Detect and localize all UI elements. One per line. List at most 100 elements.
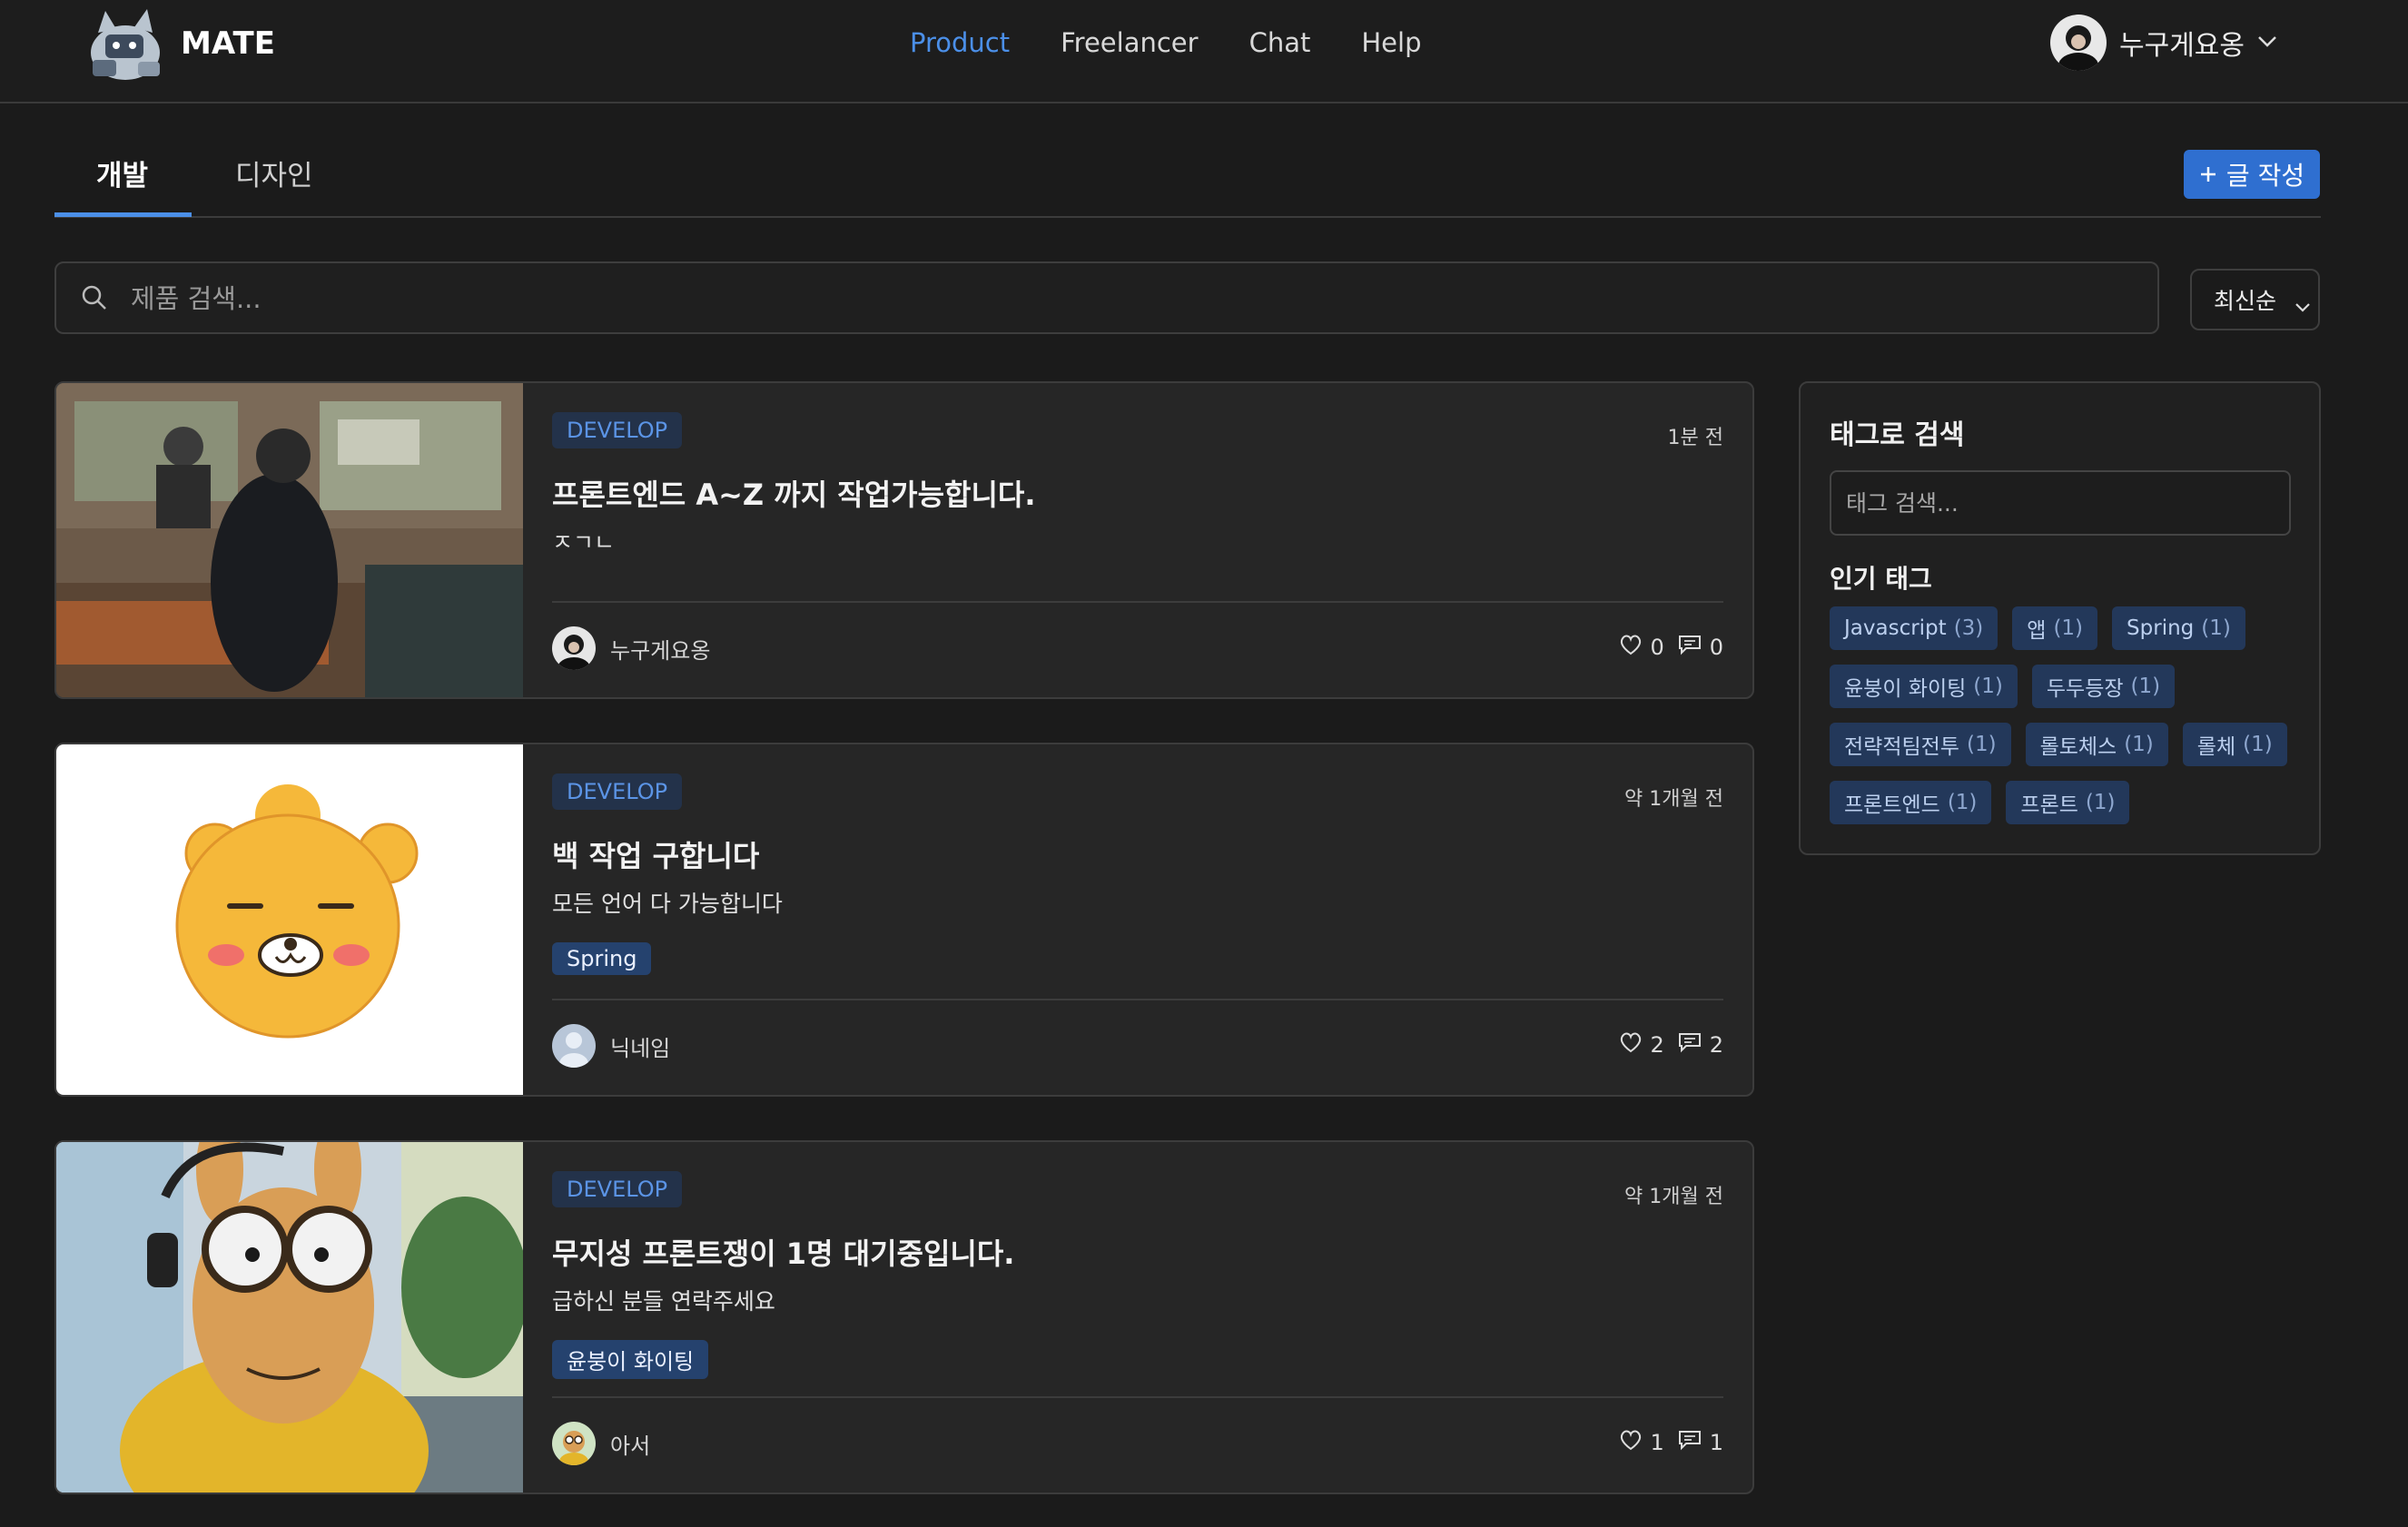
tag-search-title: 태그로 검색 bbox=[1830, 419, 1965, 451]
comment-icon bbox=[1677, 1031, 1702, 1059]
post-body: DEVELOP 1분 전 프론트엔드 A~Z 까지 작업가능합니다. ㅈㄱㄴ 누… bbox=[523, 383, 1752, 697]
author-name: 누구게요옹 bbox=[610, 637, 711, 664]
tag-name: 두두등장 bbox=[2046, 677, 2124, 701]
post-thumbnail[interactable] bbox=[56, 1142, 528, 1493]
post-author[interactable]: 누구게요옹 bbox=[552, 626, 710, 670]
user-name: 누구게요옹 bbox=[2119, 30, 2245, 62]
category-badge: DEVELOP bbox=[552, 1171, 683, 1207]
tag-count: (3) bbox=[1953, 616, 1984, 640]
popular-tag[interactable]: 윤붕이 화이팅 (1) bbox=[1830, 665, 2018, 708]
post-stats: 0 0 bbox=[1619, 634, 1723, 661]
tag-count: (1) bbox=[2201, 616, 2231, 640]
like-count: 0 bbox=[1650, 635, 1664, 660]
tag-count: (1) bbox=[2085, 791, 2116, 814]
chevron-down-icon[interactable] bbox=[2257, 34, 2277, 52]
post-thumbnail[interactable] bbox=[56, 383, 523, 697]
like-count: 2 bbox=[1650, 1032, 1664, 1058]
comment-count: 2 bbox=[1709, 1032, 1723, 1058]
sort-select[interactable]: 최신순 bbox=[2190, 269, 2320, 330]
author-name: 닉네임 bbox=[610, 1035, 671, 1061]
popular-tag[interactable]: 두두등장 (1) bbox=[2031, 665, 2176, 708]
sort-selected-value: 최신순 bbox=[2214, 288, 2277, 314]
divider bbox=[552, 1396, 1723, 1398]
tag-count: (1) bbox=[2124, 733, 2154, 756]
comment-count: 1 bbox=[1709, 1430, 1723, 1455]
like-stat[interactable]: 1 bbox=[1619, 1429, 1664, 1456]
post-title[interactable]: 프론트엔드 A~Z 까지 작업가능합니다. bbox=[552, 472, 1036, 514]
post-title[interactable]: 백 작업 구합니다 bbox=[552, 833, 759, 875]
search-input[interactable] bbox=[129, 276, 2130, 321]
popular-tag[interactable]: 프론트엔드 (1) bbox=[1830, 781, 1992, 824]
tag-search-panel: 태그로 검색 인기 태그 Javascript(3) 앱(1) Spring(1… bbox=[1799, 381, 2321, 855]
tag-count: (1) bbox=[2130, 675, 2161, 698]
popular-tag[interactable]: Javascript (3) bbox=[1830, 606, 1998, 650]
active-tab-indicator bbox=[54, 212, 192, 217]
heart-icon bbox=[1619, 1429, 1643, 1456]
post-card[interactable]: DEVELOP 1분 전 프론트엔드 A~Z 까지 작업가능합니다. ㅈㄱㄴ 누… bbox=[54, 381, 1754, 699]
post-body: DEVELOP 약 1개월 전 무지성 프론트쟁이 1명 대기중입니다. 급하신… bbox=[523, 1142, 1752, 1493]
post-description: 급하신 분들 연락주세요 bbox=[552, 1288, 775, 1315]
plus-icon bbox=[2199, 160, 2217, 190]
post-body: DEVELOP 약 1개월 전 백 작업 구합니다 모든 언어 다 가능합니다 … bbox=[523, 744, 1752, 1095]
menu-item-help[interactable]: Help bbox=[1361, 27, 1421, 58]
post-card[interactable]: DEVELOP 약 1개월 전 무지성 프론트쟁이 1명 대기중입니다. 급하신… bbox=[54, 1140, 1754, 1494]
tag-search-input[interactable] bbox=[1830, 470, 2291, 536]
post-stats: 1 1 bbox=[1619, 1429, 1723, 1456]
popular-tag[interactable]: 롤체 (1) bbox=[2182, 723, 2287, 766]
post-thumbnail[interactable] bbox=[56, 744, 523, 1095]
post-author[interactable]: 닉네임 bbox=[552, 1024, 670, 1068]
popular-tag[interactable]: 앱 (1) bbox=[2012, 606, 2098, 650]
comment-stat[interactable]: 1 bbox=[1677, 1429, 1723, 1456]
post-author[interactable]: 아서 bbox=[552, 1422, 650, 1465]
chevron-down-icon bbox=[2295, 292, 2311, 319]
menu-item-product[interactable]: Product bbox=[910, 27, 1010, 58]
like-stat[interactable]: 0 bbox=[1619, 634, 1664, 661]
divider bbox=[552, 999, 1723, 1000]
post-tag[interactable]: 윤붕이 화이팅 bbox=[552, 1340, 709, 1379]
post-card[interactable]: DEVELOP 약 1개월 전 백 작업 구합니다 모든 언어 다 가능합니다 … bbox=[54, 743, 1754, 1097]
tag-count: (1) bbox=[1947, 791, 1978, 814]
post-description: ㅈㄱㄴ bbox=[552, 529, 616, 556]
menu-item-freelancer[interactable]: Freelancer bbox=[1061, 27, 1198, 58]
popular-tags-title: 인기 태그 bbox=[1830, 564, 1932, 594]
popular-tag[interactable]: 롤토체스 (1) bbox=[2025, 723, 2168, 766]
tag-name: 앱 bbox=[2027, 619, 2047, 643]
top-navbar: MATE Product Freelancer Chat Help 누구게요옹 bbox=[0, 0, 2408, 103]
like-count: 1 bbox=[1650, 1430, 1664, 1455]
like-stat[interactable]: 2 bbox=[1619, 1031, 1664, 1059]
tab-development[interactable]: 개발 bbox=[96, 153, 148, 193]
tag-name: 윤붕이 화이팅 bbox=[1844, 677, 1967, 701]
brand-name[interactable]: MATE bbox=[181, 25, 275, 62]
heart-icon bbox=[1619, 634, 1643, 661]
main-menu: Product Freelancer Chat Help bbox=[910, 27, 1421, 58]
popular-tags-list: Javascript (3) 앱 (1) Spring (1) 윤붕이 화이팅 (1) … bbox=[1830, 606, 2302, 824]
author-avatar bbox=[552, 1422, 596, 1465]
mate-logo-icon[interactable] bbox=[80, 5, 171, 85]
tag-name: 프론트엔드 bbox=[1844, 793, 1940, 817]
search-icon bbox=[80, 283, 109, 316]
tag-name: 롤체 bbox=[2196, 735, 2236, 759]
author-avatar bbox=[552, 626, 596, 670]
menu-item-chat[interactable]: Chat bbox=[1249, 27, 1311, 58]
user-avatar bbox=[2050, 15, 2107, 71]
author-avatar bbox=[552, 1024, 596, 1068]
comment-stat[interactable]: 0 bbox=[1677, 634, 1723, 661]
tab-design[interactable]: 디자인 bbox=[235, 153, 313, 193]
comment-count: 0 bbox=[1709, 635, 1723, 660]
user-menu[interactable]: 누구게요옹 bbox=[2050, 15, 2277, 71]
heart-icon bbox=[1619, 1031, 1643, 1059]
post-tag[interactable]: Spring bbox=[552, 942, 652, 975]
category-tabs: 개발 디자인 bbox=[54, 145, 2321, 218]
write-post-button[interactable]: 글 작성 bbox=[2184, 150, 2320, 199]
comment-stat[interactable]: 2 bbox=[1677, 1031, 1723, 1059]
post-description: 모든 언어 다 가능합니다 bbox=[552, 891, 783, 917]
post-time: 1분 전 bbox=[1667, 427, 1723, 449]
popular-tag[interactable]: 프론트 (1) bbox=[2006, 781, 2130, 824]
post-title[interactable]: 무지성 프론트쟁이 1명 대기중입니다. bbox=[552, 1231, 1014, 1273]
post-time: 약 1개월 전 bbox=[1624, 788, 1723, 811]
popular-tag[interactable]: Spring (1) bbox=[2112, 606, 2245, 650]
tag-name: 전략적팀전투 bbox=[1844, 735, 1959, 759]
tag-name: 프론트 bbox=[2020, 793, 2078, 817]
tag-name: Javascript bbox=[1844, 616, 1947, 640]
popular-tag[interactable]: 전략적팀전투 (1) bbox=[1830, 723, 2011, 766]
